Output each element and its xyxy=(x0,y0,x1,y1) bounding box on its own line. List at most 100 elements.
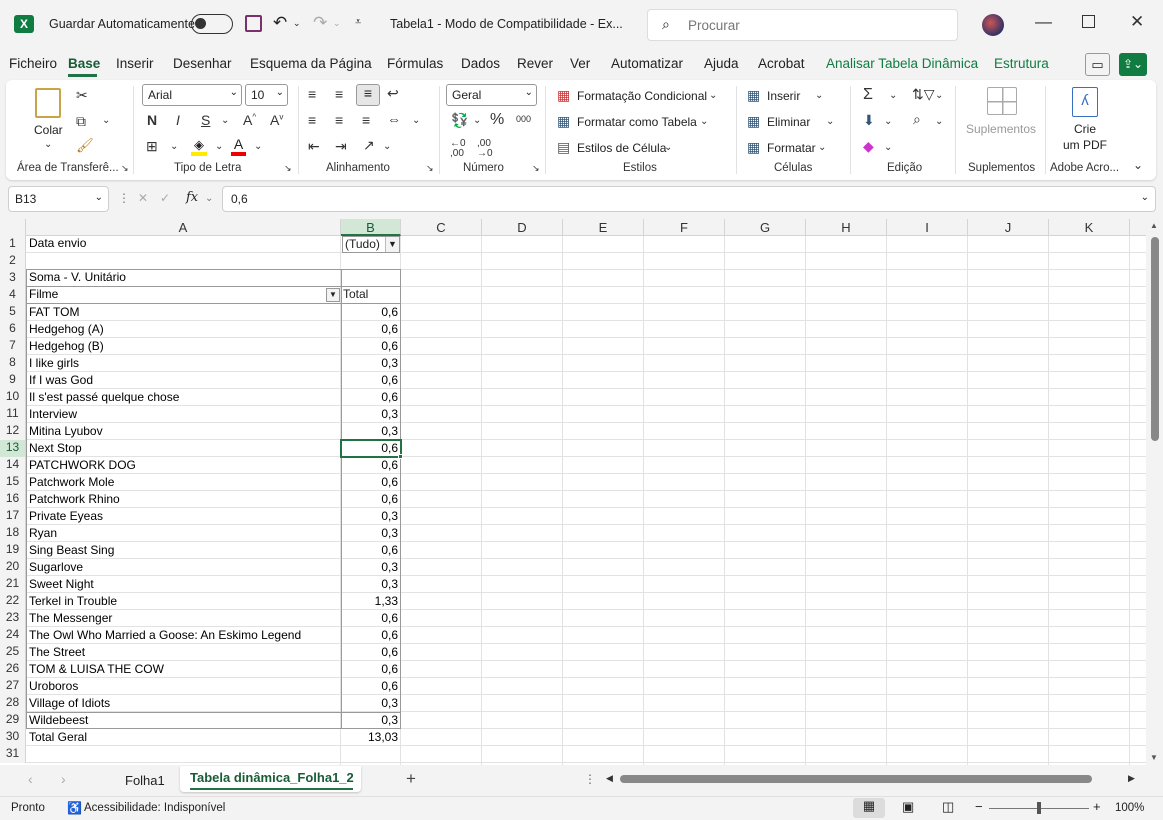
align-middle-icon[interactable]: ≡ xyxy=(335,87,343,101)
underline-icon[interactable]: S xyxy=(201,113,210,127)
cell-styles-button[interactable]: Estilos de Célula xyxy=(577,141,666,155)
font-size-select[interactable]: 10 ⌄ xyxy=(245,84,288,106)
pivot-row-label[interactable]: FAT TOM xyxy=(29,305,79,319)
align-bottom-icon[interactable]: ≡ xyxy=(356,84,380,106)
row-header[interactable]: 16 xyxy=(0,491,26,508)
find-icon[interactable]: ⌕ xyxy=(913,112,921,126)
pivot-row-value[interactable]: 0,3 xyxy=(341,407,400,421)
paste-dropdown-icon[interactable]: ⌄ xyxy=(44,140,52,150)
filter-label-cell[interactable]: Data envio xyxy=(29,236,86,250)
tab-automatizar[interactable]: Automatizar xyxy=(611,56,683,71)
column-header[interactable]: B xyxy=(341,219,401,236)
paste-label[interactable]: Colar xyxy=(34,123,63,137)
row-header[interactable]: 13 xyxy=(0,440,26,457)
percent-icon[interactable]: % xyxy=(490,112,504,128)
autosum-icon[interactable]: Σ xyxy=(863,87,873,103)
align-left-icon[interactable]: ≡ xyxy=(308,113,316,127)
pivot-row-value[interactable]: 0,6 xyxy=(341,475,400,489)
pivot-row-label[interactable]: Private Eyeas xyxy=(29,509,103,523)
cell-styles-icon[interactable]: ▤ xyxy=(557,140,570,154)
pivot-row-value[interactable]: 0,3 xyxy=(341,696,400,710)
column-header[interactable]: K xyxy=(1049,219,1130,236)
format-cells-button[interactable]: Formatar xyxy=(767,141,816,155)
row-header[interactable]: 1 xyxy=(0,236,26,253)
column-header[interactable]: A xyxy=(26,219,341,236)
pivot-row-label[interactable]: Sweet Night xyxy=(29,577,94,591)
chevron-down-icon[interactable]: ⌄ xyxy=(815,91,823,101)
font-color-dropdown-icon[interactable]: ⌄ xyxy=(254,142,262,152)
tab-desenhar[interactable]: Desenhar xyxy=(173,56,232,71)
pivot-row-label[interactable]: Sing Beast Sing xyxy=(29,543,114,557)
fill-dropdown-icon[interactable]: ⌄ xyxy=(215,142,223,152)
row-header[interactable]: 5 xyxy=(0,304,26,321)
filter-dropdown-icon[interactable]: ▼ xyxy=(385,237,399,252)
tab-formulas[interactable]: Fórmulas xyxy=(387,56,443,71)
pivot-row-label[interactable]: PATCHWORK DOG xyxy=(29,458,136,472)
scroll-up-icon[interactable]: ▲ xyxy=(1150,221,1158,230)
font-color-icon[interactable]: A xyxy=(231,136,246,156)
row-header[interactable]: 10 xyxy=(0,389,26,406)
insert-cells-button[interactable]: Inserir xyxy=(767,89,800,103)
wrap-text-icon[interactable]: ↩ xyxy=(387,86,399,100)
increase-indent-icon[interactable]: ⇥ xyxy=(335,139,347,153)
row-header[interactable]: 3 xyxy=(0,270,26,287)
vertical-scroll-thumb[interactable] xyxy=(1151,237,1159,441)
comments-icon[interactable]: ▭ xyxy=(1085,53,1110,76)
decrease-indent-icon[interactable]: ⇤ xyxy=(308,139,320,153)
normal-view-icon[interactable]: ▦ xyxy=(853,798,885,818)
increase-font-icon[interactable]: A^ xyxy=(243,113,256,127)
font-launcher-icon[interactable]: ↘ xyxy=(284,164,292,173)
grand-total-value[interactable]: 13,03 xyxy=(341,730,400,744)
create-pdf-label-1[interactable]: Crie xyxy=(1074,122,1096,136)
chevron-down-icon[interactable]: ⌄ xyxy=(664,143,672,153)
row-header[interactable]: 22 xyxy=(0,593,26,610)
pivot-row-value[interactable]: 0,3 xyxy=(341,560,400,574)
pivot-row-label[interactable]: Hedgehog (B) xyxy=(29,339,104,353)
pivot-row-label[interactable]: I like girls xyxy=(29,356,79,370)
orientation-icon[interactable]: ↗ xyxy=(363,138,375,152)
addins-button[interactable]: Suplementos xyxy=(966,122,1036,136)
chevron-down-icon[interactable]: ⌄ xyxy=(700,117,708,127)
row-header[interactable]: 25 xyxy=(0,644,26,661)
pivot-row-value[interactable]: 0,3 xyxy=(341,424,400,438)
redo-icon[interactable]: ↷ xyxy=(313,13,327,33)
underline-dropdown-icon[interactable]: ⌄ xyxy=(221,116,229,126)
align-center-icon[interactable]: ≡ xyxy=(335,113,343,127)
pivot-row-value[interactable]: 0,6 xyxy=(341,543,400,557)
clear-icon[interactable]: ◆ xyxy=(863,139,874,153)
scroll-right-icon[interactable]: ▶ xyxy=(1128,773,1135,784)
pivot-row-value[interactable]: 0,6 xyxy=(341,305,400,319)
accessibility-status[interactable]: Acessibilidade: Indisponível xyxy=(84,802,225,814)
tab-dados[interactable]: Dados xyxy=(461,56,500,71)
redo-dropdown-icon[interactable]: ⌄ xyxy=(333,18,341,29)
values-header-cell[interactable]: Soma - V. Unitário xyxy=(29,270,126,284)
row-header[interactable]: 31 xyxy=(0,746,26,763)
pivot-row-label[interactable]: Next Stop xyxy=(29,441,82,455)
copy-icon[interactable]: ⧉ xyxy=(76,114,86,128)
sort-dropdown-icon[interactable]: ⌄ xyxy=(935,91,943,101)
borders-dropdown-icon[interactable]: ⌄ xyxy=(170,142,178,152)
zoom-in-icon[interactable]: + xyxy=(1093,799,1101,814)
row-header[interactable]: 29 xyxy=(0,712,26,729)
report-filter-dropdown[interactable]: (Tudo) ▼ xyxy=(342,236,400,253)
row-header[interactable]: 15 xyxy=(0,474,26,491)
bold-icon[interactable]: N xyxy=(147,113,157,127)
pivot-row-value[interactable]: 0,6 xyxy=(341,645,400,659)
cut-icon[interactable]: ✂ xyxy=(76,88,88,102)
row-header[interactable]: 4 xyxy=(0,287,26,304)
row-header[interactable]: 28 xyxy=(0,695,26,712)
currency-icon[interactable]: 💱 xyxy=(451,113,468,127)
pivot-row-value[interactable]: 0,6 xyxy=(341,679,400,693)
zoom-slider-thumb[interactable] xyxy=(1037,802,1041,814)
expand-formula-icon[interactable]: ⌄ xyxy=(1141,192,1149,203)
autosave-toggle[interactable] xyxy=(191,14,233,34)
vertical-scrollbar[interactable]: ▲ ▼ xyxy=(1146,219,1163,765)
column-header[interactable]: I xyxy=(887,219,968,236)
tab-ficheiro[interactable]: Ficheiro xyxy=(9,56,57,71)
row-header[interactable]: 20 xyxy=(0,559,26,576)
chevron-down-icon[interactable]: ⌄ xyxy=(709,91,717,101)
search-box[interactable]: ⌕ Procurar xyxy=(647,9,958,41)
column-header[interactable]: J xyxy=(968,219,1049,236)
pivot-row-value[interactable]: 0,6 xyxy=(341,628,400,642)
horizontal-scroll-thumb[interactable] xyxy=(620,775,1092,783)
